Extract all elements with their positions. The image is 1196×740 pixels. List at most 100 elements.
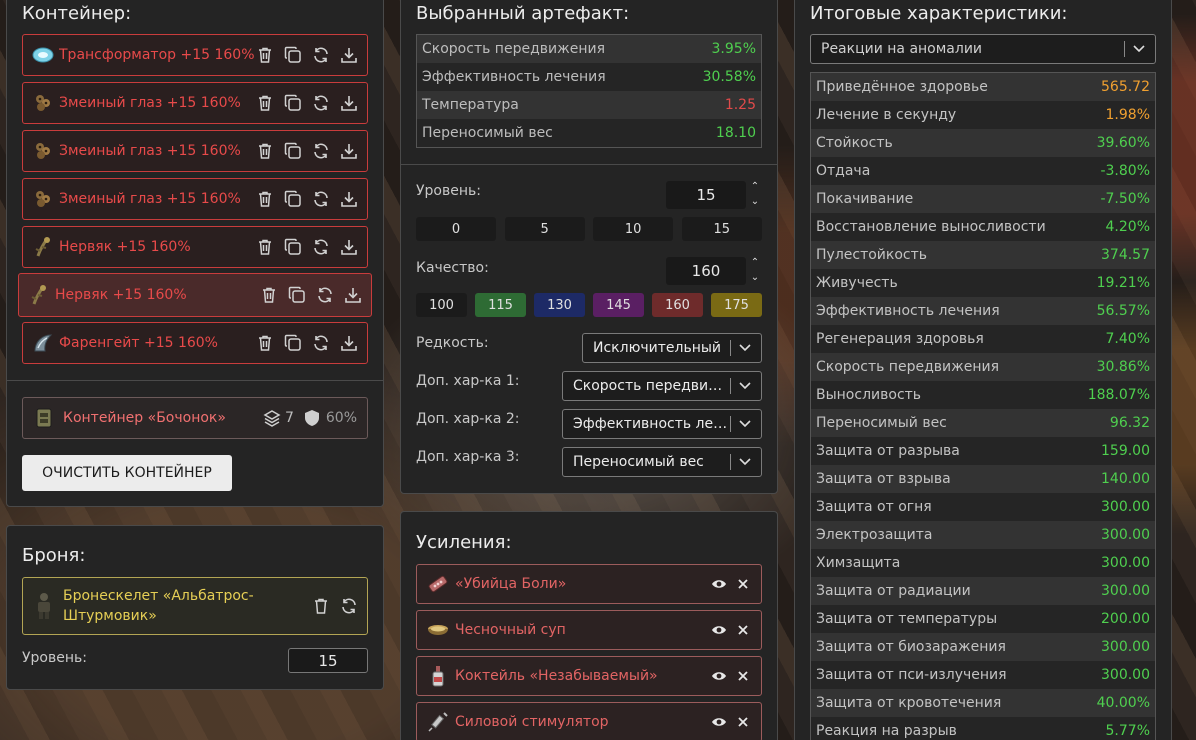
delete-icon[interactable]: [255, 237, 275, 257]
boost-item[interactable]: Чесночный суп: [416, 610, 762, 650]
artifact-divider: [400, 164, 778, 165]
chevron-down-icon: [739, 458, 753, 466]
extra-stat-3-select[interactable]: Переносимый вес: [562, 447, 762, 477]
extra-stat-2-label: Доп. хар-ка 2:: [416, 411, 520, 427]
level-up-icon[interactable]: ⌃: [749, 181, 761, 193]
replace-icon[interactable]: [311, 333, 331, 353]
replace-icon[interactable]: [311, 141, 331, 161]
delete-icon[interactable]: [255, 189, 275, 209]
quality-preset-button[interactable]: 175: [711, 293, 762, 317]
quality-preset-button[interactable]: 145: [593, 293, 644, 317]
chevron-down-icon: [739, 420, 753, 428]
eye-icon[interactable]: [709, 666, 729, 686]
container-artifact-item[interactable]: Змеиный глаз +15 160%: [22, 130, 368, 172]
container-slots: 7: [284, 410, 294, 426]
artifact-item-name: Фаренгейт +15 160%: [59, 335, 218, 351]
download-icon[interactable]: [339, 45, 359, 65]
close-icon[interactable]: [733, 666, 753, 686]
stat-label: Переносимый вес: [422, 125, 553, 141]
close-icon[interactable]: [733, 574, 753, 594]
extra-stat-1-label: Доп. хар-ка 1:: [416, 373, 520, 389]
replace-icon[interactable]: [311, 237, 331, 257]
copy-icon[interactable]: [283, 93, 303, 113]
close-icon[interactable]: [733, 712, 753, 732]
container-artifact-item[interactable]: Фаренгейт +15 160%: [22, 322, 368, 364]
armor-slot[interactable]: Бронескелет «Альбатрос-Штурмовик»: [22, 577, 368, 635]
download-icon[interactable]: [343, 285, 363, 305]
copy-icon[interactable]: [283, 237, 303, 257]
level-preset-button[interactable]: 10: [593, 217, 674, 241]
quality-preset-button[interactable]: 115: [475, 293, 526, 317]
stat-label: Защита от разрыва: [816, 443, 960, 459]
replace-icon[interactable]: [311, 45, 331, 65]
boost-item[interactable]: Коктейль «Незабываемый»: [416, 656, 762, 696]
download-icon[interactable]: [339, 93, 359, 113]
delete-icon[interactable]: [255, 141, 275, 161]
stat-value: 30.86%: [1096, 359, 1150, 375]
quality-preset-button[interactable]: 130: [534, 293, 585, 317]
level-down-icon[interactable]: ⌄: [749, 196, 761, 208]
stat-label: Температура: [422, 97, 519, 113]
extra-stat-2-select[interactable]: Эффективность лечения: [562, 409, 762, 439]
container-name: Контейнер «Бочонок»: [63, 410, 226, 426]
stat-value: 300.00: [1101, 583, 1150, 599]
quality-preset-button[interactable]: 160: [652, 293, 703, 317]
replace-icon[interactable]: [315, 285, 335, 305]
level-preset-button[interactable]: 0: [416, 217, 496, 241]
stat-label: Переносимый вес: [816, 415, 947, 431]
barrel-container-icon: [33, 407, 55, 429]
extra-stat-1-select[interactable]: Скорость передвижения: [562, 371, 762, 401]
delete-icon[interactable]: [255, 333, 275, 353]
delete-icon[interactable]: [255, 93, 275, 113]
replace-icon[interactable]: [311, 93, 331, 113]
download-icon[interactable]: [339, 141, 359, 161]
replace-armor-icon[interactable]: [339, 596, 359, 616]
container-artifact-item[interactable]: Трансформатор +15 160%: [22, 34, 368, 76]
delete-icon[interactable]: [255, 45, 275, 65]
level-preset-button[interactable]: 5: [504, 217, 585, 241]
container-artifact-item[interactable]: Нервяк +15 160%: [18, 273, 372, 317]
container-artifact-item[interactable]: Змеиный глаз +15 160%: [22, 178, 368, 220]
armor-level-input[interactable]: 15: [288, 648, 368, 673]
totals-filter-select[interactable]: Реакции на аномалии: [810, 34, 1156, 64]
stat-label: Скорость передвижения: [816, 359, 999, 375]
extra-stat-3-value: Переносимый вес: [573, 454, 704, 470]
copy-icon[interactable]: [283, 45, 303, 65]
copy-icon[interactable]: [287, 285, 307, 305]
artifact-level-input[interactable]: 15: [666, 181, 746, 209]
stat-label: Химзащита: [816, 555, 901, 571]
copy-icon[interactable]: [283, 333, 303, 353]
armor-panel-title: Броня:: [22, 545, 86, 566]
eye-icon[interactable]: [709, 574, 729, 594]
boost-item[interactable]: «Убийца Боли»: [416, 564, 762, 604]
quality-up-icon[interactable]: ⌃: [749, 257, 761, 269]
level-preset-button[interactable]: 15: [681, 217, 762, 241]
artifact-quality-input[interactable]: 160: [666, 257, 746, 285]
download-icon[interactable]: [339, 189, 359, 209]
container-artifact-item[interactable]: Нервяк +15 160%: [22, 226, 368, 268]
total-stat-row: Регенерация здоровья 7.40%: [811, 325, 1155, 353]
quality-down-icon[interactable]: ⌄: [749, 272, 761, 284]
copy-icon[interactable]: [283, 189, 303, 209]
clear-container-button[interactable]: ОЧИСТИТЬ КОНТЕЙНЕР: [22, 455, 232, 491]
download-icon[interactable]: [339, 333, 359, 353]
total-stat-row: Пулестойкость 374.57: [811, 241, 1155, 269]
total-stat-row: Стойкость 39.60%: [811, 129, 1155, 157]
delete-armor-icon[interactable]: [311, 596, 331, 616]
eye-icon[interactable]: [709, 620, 729, 640]
copy-icon[interactable]: [283, 141, 303, 161]
container-slot[interactable]: Контейнер «Бочонок» 7 60%: [22, 397, 368, 439]
boost-item[interactable]: Силовой стимулятор: [416, 702, 762, 740]
container-artifact-item[interactable]: Змеиный глаз +15 160%: [22, 82, 368, 124]
total-stat-row: Отдача -3.80%: [811, 157, 1155, 185]
delete-icon[interactable]: [259, 285, 279, 305]
quality-preset-button[interactable]: 100: [416, 293, 467, 317]
download-icon[interactable]: [339, 237, 359, 257]
replace-icon[interactable]: [311, 189, 331, 209]
eye-icon[interactable]: [709, 712, 729, 732]
close-icon[interactable]: [733, 620, 753, 640]
stat-value: 18.10: [715, 125, 756, 141]
rarity-select[interactable]: Исключительный: [582, 333, 762, 363]
total-stat-row: Защита от огня 300.00: [811, 493, 1155, 521]
artifact-item-name: Змеиный глаз +15 160%: [59, 95, 241, 111]
